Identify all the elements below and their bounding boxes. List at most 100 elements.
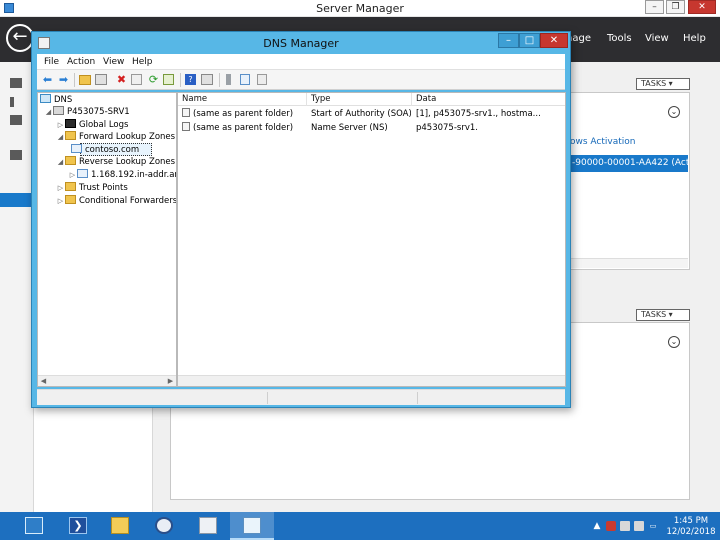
server-icon: [53, 106, 64, 115]
tree-node-conditional-forwarders[interactable]: ▷ Conditional Forwarders: [56, 195, 176, 207]
sm-tasks-dropdown-2[interactable]: TASKS ▾: [636, 309, 690, 321]
cell-name: (same as parent folder): [182, 108, 306, 121]
list-header: Name Type Data: [178, 93, 565, 106]
sm-horizontal-scrollbar[interactable]: [568, 258, 688, 268]
column-header-type[interactable]: Type: [307, 93, 412, 106]
clock-time[interactable]: 1:45 PM: [665, 516, 717, 526]
menu-action[interactable]: Action: [67, 57, 95, 67]
menu-file[interactable]: File: [44, 57, 59, 67]
tree-node-trust-points[interactable]: ▷ Trust Points: [56, 182, 128, 194]
expand-icon[interactable]: ▷: [68, 169, 77, 181]
sm-tasks-dropdown-1[interactable]: TASKS ▾: [636, 78, 690, 90]
collapse-icon[interactable]: ◢: [56, 131, 65, 143]
tree-node-reverse-zone[interactable]: ▷ 1.168.192.in-addr.arp: [68, 169, 176, 181]
table-row[interactable]: (same as parent folder) Name Server (NS)…: [178, 122, 565, 135]
column-header-data[interactable]: Data: [412, 93, 565, 106]
properties-icon[interactable]: [131, 74, 142, 85]
dns-close-button[interactable]: ✕: [540, 33, 568, 48]
tree-node-reverse-zones[interactable]: ◢ Reverse Lookup Zones: [56, 156, 175, 168]
dns-manager-window: DNS Manager – □ ✕ File Action View Help …: [31, 31, 571, 408]
tree-node-server[interactable]: ◢ P453075-SRV1: [44, 106, 130, 118]
taskbar-powershell[interactable]: ❯: [56, 512, 100, 540]
taskbar: ❯ ▲ ▭ 1:45 PM 12/02/2018: [0, 512, 720, 540]
tree-node-global-logs[interactable]: ▷ Global Logs: [56, 119, 128, 131]
dns-minimize-button[interactable]: –: [498, 33, 519, 48]
cell-type: Name Server (NS): [311, 123, 388, 133]
sm-menu-help[interactable]: Help: [683, 33, 706, 44]
folder-icon: [65, 182, 76, 191]
back-arrow-icon[interactable]: ←: [6, 24, 34, 52]
server-manager-icon: [25, 517, 43, 534]
tree-label: Trust Points: [79, 183, 128, 193]
console-tree: DNS ◢ P453075-SRV1 ▷ Global Logs ◢ Forward …: [37, 92, 177, 387]
dns-maximize-button[interactable]: □: [519, 33, 540, 48]
show-hide-console-tree-icon[interactable]: [95, 74, 107, 85]
menu-help[interactable]: Help: [132, 57, 153, 67]
expand-icon[interactable]: ▷: [56, 195, 65, 207]
sm-restore-button[interactable]: ❐: [666, 0, 685, 14]
taskbar-thunderbird[interactable]: [142, 512, 186, 540]
zone-records-icon[interactable]: [240, 74, 250, 85]
collapse-icon[interactable]: ◢: [44, 106, 53, 118]
sm-minimize-button[interactable]: –: [645, 0, 664, 14]
chevron-down-icon[interactable]: ⌄: [668, 336, 680, 348]
delete-icon[interactable]: ✖: [115, 73, 128, 86]
back-icon[interactable]: ⬅: [41, 73, 54, 86]
dns-root-icon: [40, 94, 51, 103]
dns-manager-icon: [243, 517, 261, 534]
menu-view[interactable]: View: [103, 57, 124, 67]
sm-left-navigation: [0, 62, 34, 512]
clock-date[interactable]: 12/02/2018: [665, 527, 717, 537]
cell-data: p453075-srv1.: [416, 123, 478, 133]
dashboard-icon[interactable]: [10, 78, 22, 88]
scroll-right-icon[interactable]: ▶: [165, 376, 176, 386]
export-list-icon[interactable]: [163, 74, 174, 85]
dns-menubar: File Action View Help: [37, 54, 565, 70]
tree-node-dns[interactable]: DNS: [40, 94, 72, 106]
action-center-flag-icon[interactable]: [606, 521, 616, 531]
tree-node-contoso-zone[interactable]: contoso.com: [71, 144, 139, 156]
volume-icon[interactable]: [634, 521, 644, 531]
show-hide-action-pane-icon[interactable]: [201, 74, 213, 85]
list-horizontal-scrollbar[interactable]: [178, 375, 565, 386]
windows-activation-link[interactable]: ows Activation: [570, 137, 635, 147]
tree-node-forward-zones[interactable]: ◢ Forward Lookup Zones: [56, 131, 175, 143]
column-header-name[interactable]: Name: [178, 93, 307, 106]
powershell-icon: ❯: [69, 517, 87, 534]
sm-menu-tools[interactable]: Tools: [607, 33, 632, 44]
zone-icon: [77, 169, 88, 178]
taskbar-dns-manager[interactable]: [230, 512, 274, 540]
tree-label: Forward Lookup Zones: [79, 132, 176, 142]
product-key-row[interactable]: -90000-00001-AA422 (Activated: [570, 155, 688, 172]
taskbar-file-explorer[interactable]: [98, 512, 142, 540]
sm-menu-view[interactable]: View: [645, 33, 669, 44]
scroll-left-icon[interactable]: ◀: [38, 376, 49, 386]
collapse-icon[interactable]: ◢: [56, 156, 65, 168]
tree-horizontal-scrollbar[interactable]: ◀ ▶: [38, 375, 176, 386]
network-icon[interactable]: [620, 521, 630, 531]
server-icon[interactable]: [226, 74, 231, 85]
table-row[interactable]: (same as parent folder) Start of Authori…: [178, 108, 565, 121]
all-servers-icon[interactable]: [10, 115, 22, 125]
keyboard-icon[interactable]: ▭: [648, 521, 658, 531]
sm-nav-selected-item[interactable]: [0, 193, 34, 207]
forward-icon[interactable]: ➡: [57, 73, 70, 86]
taskbar-server-manager[interactable]: [12, 512, 56, 540]
sm-close-button[interactable]: ✕: [688, 0, 716, 14]
local-server-icon[interactable]: [10, 97, 14, 107]
thunderbird-icon: [155, 517, 173, 534]
help-icon[interactable]: ?: [185, 74, 196, 85]
show-hidden-icons-icon[interactable]: ▲: [592, 521, 602, 531]
folder-icon: [65, 131, 76, 140]
tree-label: Reverse Lookup Zones: [79, 157, 176, 167]
dns-status-bar: [37, 389, 565, 405]
expand-icon[interactable]: ▷: [56, 182, 65, 194]
up-one-level-icon[interactable]: [79, 75, 91, 85]
refresh-icon[interactable]: ⟳: [147, 73, 160, 86]
file-services-icon[interactable]: [10, 150, 22, 160]
expand-icon[interactable]: ▷: [56, 119, 65, 131]
taskbar-event-viewer[interactable]: [186, 512, 230, 540]
filter-icon[interactable]: [257, 74, 267, 85]
chevron-down-icon[interactable]: ⌄: [668, 106, 680, 118]
event-viewer-icon: [199, 517, 217, 534]
